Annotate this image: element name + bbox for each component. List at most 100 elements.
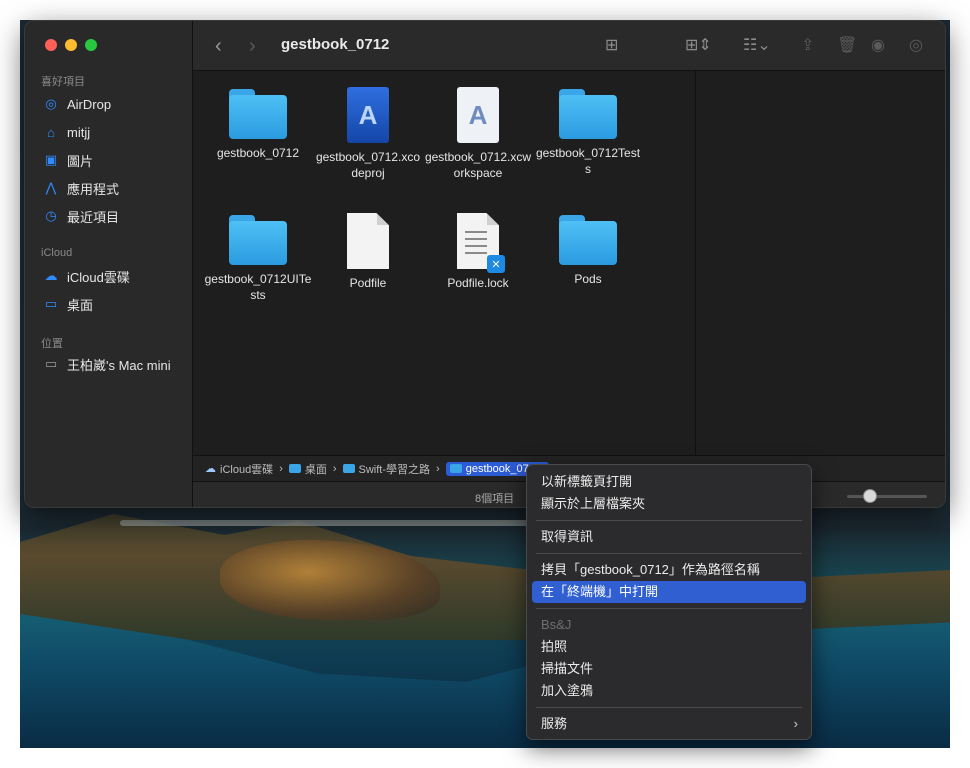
path-crumb-desktop[interactable]: 桌面 <box>288 461 327 477</box>
folder-icon <box>342 464 355 473</box>
item-count: 8個項目 <box>475 493 515 505</box>
toolbar: ‹ › gestbook_0712 ⊞ ⊞⇕ ☷⌄ ⇪ 🗑 ◉ ◎ <box>193 21 945 71</box>
minimize-button[interactable] <box>65 39 77 51</box>
file-name: gestbook_0712.xcworkspace <box>424 150 532 180</box>
airdrop-toolbar-icon[interactable]: ◎ <box>909 35 923 55</box>
sidebar-item-icloud-drive[interactable]: ☁ iCloud雲碟 <box>43 265 130 287</box>
preview-pane <box>697 71 945 455</box>
path-crumb-swift[interactable]: Swift-學習之路 <box>342 461 431 477</box>
sidebar-item-label: 最近項目 <box>67 209 120 225</box>
wallpaper-cliff <box>220 540 440 620</box>
menu-item-open-new-tab[interactable]: 以新標籤頁打開 <box>532 471 806 493</box>
trash-icon[interactable]: 🗑 <box>837 35 857 55</box>
sidebar-item-home[interactable]: ⌂ mitjj <box>43 121 90 143</box>
wallpaper-bridge <box>120 520 540 526</box>
file-item[interactable]: Podfile <box>313 213 423 291</box>
menu-item-show-enclosing-folder[interactable]: 顯示於上層檔案夾 <box>532 493 806 515</box>
file-item[interactable]: A gestbook_0712.xcodeproj <box>313 87 423 181</box>
share-icon[interactable]: ⇪ <box>801 35 814 55</box>
sidebar-item-label: AirDrop <box>67 96 112 112</box>
file-item[interactable]: gestbook_0712UITests <box>203 215 313 303</box>
sidebar-item-label: mitjj <box>67 124 91 140</box>
cloud-icon: ☁ <box>44 268 58 283</box>
menu-item-open-in-terminal[interactable]: 在「終端機」中打開 <box>532 581 806 603</box>
airdrop-icon: ◎ <box>45 96 57 111</box>
chevron-right-icon: › <box>332 462 337 475</box>
menu-item-get-info[interactable]: 取得資訊 <box>532 526 806 548</box>
menu-separator <box>536 608 802 609</box>
back-icon[interactable]: ‹ <box>215 35 222 58</box>
file-item[interactable]: A gestbook_0712.xcworkspace <box>423 87 533 181</box>
icon-size-slider[interactable] <box>847 489 927 503</box>
menu-separator <box>536 553 802 554</box>
context-menu: 以新標籤頁打開 顯示於上層檔案夾 取得資訊 拷貝「gestbook_0712」作… <box>526 464 812 740</box>
file-name: gestbook_0712.xcodeproj <box>315 150 421 180</box>
home-icon: ⌂ <box>47 124 55 140</box>
window-controls <box>45 39 97 51</box>
menu-item-label: 服務 <box>541 716 568 731</box>
folder-icon <box>288 464 301 473</box>
desktop-icon: ▭ <box>44 296 58 311</box>
file-name: gestbook_0712 <box>216 146 300 160</box>
menu-separator <box>536 520 802 521</box>
recents-icon: ◷ <box>45 208 57 223</box>
photos-icon: ▣ <box>44 152 58 167</box>
sidebar-item-pictures[interactable]: ▣ 圖片 <box>43 149 93 171</box>
folder-icon <box>229 89 287 139</box>
sidebar-item-label: 桌面 <box>67 297 94 313</box>
view-grid-icon[interactable]: ⊞⇕ <box>685 35 712 55</box>
computer-icon: ▭ <box>44 356 58 371</box>
vscode-icon: ✕ <box>487 255 505 273</box>
xcworkspace-icon: A <box>457 87 499 143</box>
zoom-button[interactable] <box>85 39 97 51</box>
sidebar-section-locations: 位置 <box>41 338 63 350</box>
folder-icon <box>559 89 617 139</box>
crumb-label: 桌面 <box>304 463 327 476</box>
group-icon[interactable]: ☷⌄ <box>743 35 771 55</box>
file-name: Pods <box>574 272 602 286</box>
xcodeproj-icon: A <box>347 87 389 143</box>
file-item[interactable]: gestbook_0712Tests <box>533 89 643 177</box>
sidebar-item-label: 圖片 <box>67 153 94 169</box>
file-item[interactable]: Pods <box>533 215 643 287</box>
new-folder-icon[interactable]: ⊞ <box>605 35 618 55</box>
menu-item-take-photo[interactable]: 拍照 <box>532 636 806 658</box>
menu-item-services[interactable]: 服務 › <box>532 713 806 735</box>
sidebar: 喜好項目 ◎ AirDrop ⌂ mitjj ▣ 圖片 ⋀ 應用程式 ◷ 最近項… <box>25 21 193 507</box>
applications-icon: ⋀ <box>45 180 57 195</box>
menu-item-scan-documents[interactable]: 掃描文件 <box>532 658 806 680</box>
file-grid: gestbook_0712 A gestbook_0712.xcodeproj … <box>193 71 696 455</box>
chevron-right-icon: › <box>436 462 440 475</box>
finder-window: 喜好項目 ◎ AirDrop ⌂ mitjj ▣ 圖片 ⋀ 應用程式 ◷ 最近項… <box>24 20 946 508</box>
sidebar-item-applications[interactable]: ⋀ 應用程式 <box>43 177 119 199</box>
file-name: Podfile.lock <box>447 276 509 290</box>
menu-item-add-sketch[interactable]: 加入塗鴉 <box>532 680 806 702</box>
close-button[interactable] <box>45 39 57 51</box>
file-name: gestbook_0712UITests <box>204 272 312 302</box>
sidebar-item-airdrop[interactable]: ◎ AirDrop <box>43 93 111 115</box>
sidebar-item-recents[interactable]: ◷ 最近項目 <box>43 205 119 227</box>
path-crumb-icloud[interactable]: ☁ iCloud雲碟 <box>205 461 273 477</box>
slider-knob[interactable] <box>863 489 877 503</box>
window-title: gestbook_0712 <box>281 36 390 53</box>
folder-icon <box>449 464 462 473</box>
cloud-icon: ☁ <box>205 463 216 475</box>
forward-icon[interactable]: › <box>249 35 256 58</box>
sidebar-item-label: 王柏崴's Mac mini <box>67 357 171 373</box>
menu-item-copy-pathname[interactable]: 拷貝「gestbook_0712」作為路徑名稱 <box>532 559 806 581</box>
sidebar-section-icloud: iCloud <box>41 247 73 259</box>
file-name: gestbook_0712Tests <box>535 146 641 176</box>
sidebar-item-mac-mini[interactable]: ▭ 王柏崴's Mac mini <box>43 353 171 375</box>
sidebar-item-label: iCloud雲碟 <box>67 269 130 285</box>
folder-icon <box>559 215 617 265</box>
crumb-label: iCloud雲碟 <box>220 463 274 476</box>
menu-separator <box>536 707 802 708</box>
chevron-right-icon: › <box>793 716 798 731</box>
sidebar-item-desktop[interactable]: ▭ 桌面 <box>43 293 93 315</box>
file-item[interactable]: ✕ Podfile.lock <box>423 213 533 291</box>
file-name: Podfile <box>349 276 387 290</box>
sidebar-item-label: 應用程式 <box>67 181 120 197</box>
file-item[interactable]: gestbook_0712 <box>203 89 313 161</box>
people-icon[interactable]: ◉ <box>871 35 885 55</box>
crumb-label: Swift-學習之路 <box>358 463 431 476</box>
